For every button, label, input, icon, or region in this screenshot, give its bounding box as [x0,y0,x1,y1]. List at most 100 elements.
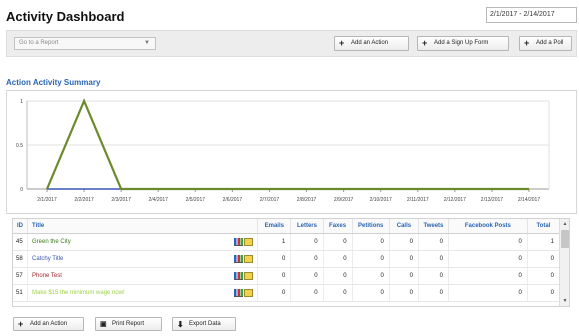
add-action-button[interactable]: + Add an Action [334,36,409,51]
letters-cell: 0 [290,250,324,268]
message-icon[interactable] [244,237,254,246]
column-header[interactable]: Faxes [323,219,353,234]
download-icon: ⬇ [177,320,184,329]
column-header[interactable]: Letters [290,219,324,234]
total-cell: 1 [527,233,561,251]
y-tick-label: 0 [20,187,23,193]
emails-cell: 1 [257,233,292,251]
row-id: 57 [13,267,28,285]
export-data-button[interactable]: ⬇ Export Data [172,317,236,331]
row-title-cell: Green the City [27,233,259,251]
chevron-down-icon: ▼ [144,40,150,46]
print-report-button[interactable]: ▣ Print Report [95,317,162,331]
tweets-cell: 0 [418,250,449,268]
x-tick-label: 2/7/2017 [260,197,280,203]
x-tick-label: 2/5/2017 [186,197,206,203]
footer-add-action-button[interactable]: + Add an Action [13,317,84,331]
page-title: Activity Dashboard [6,9,125,24]
table-row[interactable]: 45 Green the City 1 0 0 0 0 0 0 1 [13,233,561,251]
faxes-cell: 0 [323,267,353,285]
calls-cell: 0 [389,284,419,302]
plus-icon: + [422,38,428,48]
x-tick-label: 2/8/2017 [297,197,317,203]
scroll-down-icon[interactable]: ▼ [561,297,569,305]
calls-cell: 0 [389,267,419,285]
activity-table: ID Title Emails Letters Faxes Petitions … [12,218,570,307]
column-header[interactable]: ID [13,219,28,234]
petitions-cell: 0 [352,284,390,302]
x-tick-label: 2/1/2017 [37,197,57,203]
add-poll-label: Add a Poll [536,40,564,46]
scroll-thumb[interactable] [561,230,569,248]
line-chart: 0 0.5 1 2/1/2017 2/2/2017 2/3/2017 2/4/2017 2/5… [16,98,550,203]
emails-cell: 0 [257,284,292,302]
row-title-cell: Catchy Title [27,250,259,268]
y-tick-label: 1 [20,99,23,105]
table-scrollbar[interactable]: ▲ ▼ [559,219,569,306]
add-action-label: Add an Action [351,40,389,46]
calls-cell: 0 [389,250,419,268]
row-title-link[interactable]: Make $15 the minimum wage now! [32,290,125,296]
y-tick-label: 0.5 [16,143,23,149]
activity-chart: 0 0.5 1 2/1/2017 2/2/2017 2/3/2017 2/4/2017 2/5… [6,90,577,214]
date-range-input[interactable]: 2/1/2017 - 2/14/2017 [486,7,577,23]
plus-icon: + [339,38,345,48]
table-row[interactable]: 57 Phone Test 0 0 0 0 0 0 0 0 [13,267,561,285]
row-title-link[interactable]: Catchy Title [32,256,63,262]
row-title-cell: Make $15 the minimum wage now! [27,284,259,302]
column-header[interactable]: Calls [389,219,419,234]
column-header[interactable]: Title [27,219,259,234]
add-poll-button[interactable]: + Add a Poll [519,36,572,51]
column-header[interactable]: Emails [257,219,292,234]
total-cell: 0 [527,284,561,302]
report-select-label: Go to a Report [19,40,59,46]
row-title-link[interactable]: Green the City [32,239,71,245]
bar-chart-icon[interactable] [234,288,244,297]
total-cell: 0 [527,267,561,285]
printer-icon: ▣ [100,321,107,328]
x-tick-label: 2/2/2017 [74,197,94,203]
tweets-cell: 0 [418,267,449,285]
column-header[interactable]: Tweets [418,219,449,234]
toolbar: Go to a Report ▼ + Add an Action + Add a… [6,30,577,57]
message-icon[interactable] [244,271,254,280]
faxes-cell: 0 [323,284,353,302]
petitions-cell: 0 [352,250,390,268]
tweets-cell: 0 [418,233,449,251]
add-signup-form-button[interactable]: + Add a Sign Up Form [417,36,509,51]
column-header[interactable]: Facebook Posts [448,219,528,234]
section-title: Action Activity Summary [6,78,101,87]
table-row[interactable]: 58 Catchy Title 0 0 0 0 0 0 0 0 [13,250,561,268]
scroll-up-icon[interactable]: ▲ [561,220,569,228]
x-tick-label: 2/13/2017 [481,197,503,203]
column-header[interactable]: Petitions [352,219,390,234]
total-cell: 0 [527,250,561,268]
message-icon[interactable] [244,288,254,297]
print-report-label: Print Report [112,321,145,327]
x-tick-label: 2/6/2017 [223,197,243,203]
bar-chart-icon[interactable] [234,271,244,280]
add-signup-label: Add a Sign Up Form [434,40,489,46]
row-id: 45 [13,233,28,251]
letters-cell: 0 [290,233,324,251]
facebook-posts-cell: 0 [448,250,528,268]
faxes-cell: 0 [323,250,353,268]
x-tick-label: 2/4/2017 [148,197,168,203]
report-select[interactable]: Go to a Report ▼ [14,37,156,50]
petitions-cell: 0 [352,233,390,251]
x-tick-label: 2/12/2017 [444,197,466,203]
column-header[interactable]: Total [527,219,561,234]
bar-chart-icon[interactable] [234,254,244,263]
table-row[interactable]: 51 Make $15 the minimum wage now! 0 0 0 … [13,284,561,302]
facebook-posts-cell: 0 [448,267,528,285]
x-tick-label: 2/11/2017 [407,197,429,203]
message-icon[interactable] [244,254,254,263]
bar-chart-icon[interactable] [234,237,244,246]
tweets-cell: 0 [418,284,449,302]
letters-cell: 0 [290,284,324,302]
x-tick-label: 2/9/2017 [334,197,354,203]
row-title-link[interactable]: Phone Test [32,273,62,279]
row-id: 51 [13,284,28,302]
plus-icon: + [18,319,24,329]
calls-cell: 0 [389,233,419,251]
